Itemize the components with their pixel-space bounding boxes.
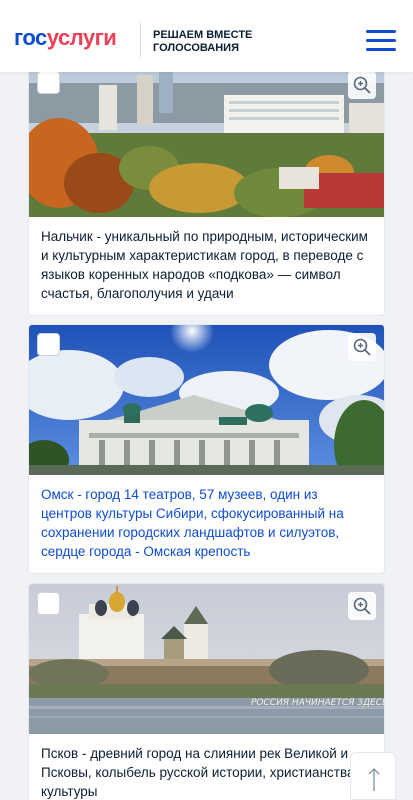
header-divider <box>140 23 141 57</box>
select-checkbox[interactable] <box>37 71 60 94</box>
logo-part-gos: гос <box>14 25 47 50</box>
option-card-nalchik: Нальчик - уникальный по природным, истор… <box>28 62 385 316</box>
header: госуслуги РЕШАЕМ ВМЕСТЕ ГОЛОСОВАНИЯ <box>0 0 413 72</box>
gosuslugi-logo[interactable]: госуслуги <box>14 25 117 51</box>
option-caption[interactable]: Омск - город 14 театров, 57 музеев, один… <box>29 475 384 573</box>
option-card-pskov: РОССИЯ НАЧИНАЕТСЯ ЗДЕСЬ Псков - древний … <box>28 583 385 800</box>
option-caption: Нальчик - уникальный по природным, истор… <box>41 229 368 301</box>
select-checkbox[interactable] <box>37 333 60 356</box>
option-caption: Псков - древний город на слиянии рек Вел… <box>41 746 366 799</box>
hamburger-icon[interactable] <box>366 30 396 54</box>
logo-part-uslugi: услуги <box>46 25 117 50</box>
zoom-in-icon[interactable] <box>348 592 376 620</box>
zoom-in-icon[interactable] <box>348 333 376 361</box>
arrow-up-icon[interactable] <box>350 752 396 800</box>
header-tagline: РЕШАЕМ ВМЕСТЕ ГОЛОСОВАНИЯ <box>153 29 253 54</box>
select-checkbox[interactable] <box>37 592 60 615</box>
zoom-in-icon[interactable] <box>348 71 376 99</box>
city-photo-nalchik <box>29 63 384 217</box>
photo-inscription: РОССИЯ НАЧИНАЕТСЯ ЗДЕСЬ <box>251 698 384 708</box>
city-photo-omsk <box>29 325 384 475</box>
city-photo-pskov: РОССИЯ НАЧИНАЕТСЯ ЗДЕСЬ <box>29 584 384 734</box>
option-card-omsk: Омск - город 14 театров, 57 музеев, один… <box>28 324 385 574</box>
